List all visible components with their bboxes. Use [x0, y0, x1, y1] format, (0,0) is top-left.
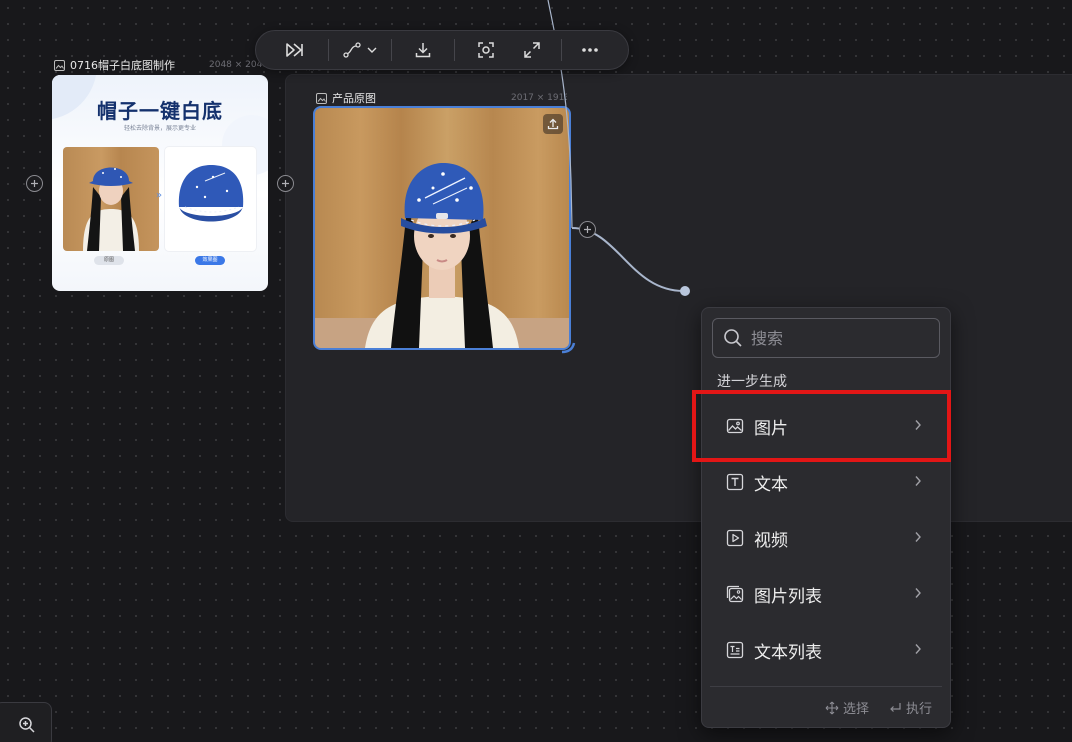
menu-section-title: 进一步生成: [717, 374, 787, 390]
menu-footer-divider: [710, 686, 942, 687]
image-icon: [726, 418, 744, 434]
floating-toolbar: [255, 30, 629, 70]
more-button[interactable]: [570, 34, 610, 66]
menu-item-label: 图片列表: [754, 586, 822, 607]
text-list-icon: [726, 641, 744, 659]
video-icon: [726, 529, 744, 547]
footer-execute-label: 执行: [906, 702, 933, 717]
chevron-right-icon: [915, 420, 921, 430]
expand-icon: [524, 42, 540, 58]
expand-button[interactable]: [509, 34, 555, 66]
menu-item-text-list[interactable]: 文本列表: [712, 626, 940, 674]
chevron-right-icon: [915, 644, 921, 654]
more-icon: [582, 48, 598, 52]
add-output-button[interactable]: [579, 221, 596, 238]
text-icon: [726, 473, 744, 491]
menu-item-label: 文本列表: [754, 642, 822, 663]
search-icon: [724, 329, 742, 347]
menu-item-label: 文本: [754, 474, 788, 495]
menu-item-video[interactable]: 视频: [712, 514, 940, 562]
run-all-icon: [286, 43, 303, 57]
footer-hint-select: 选择: [825, 698, 869, 717]
focus-button[interactable]: [463, 34, 509, 66]
chevron-right-icon: [915, 476, 921, 486]
image-list-icon: [726, 585, 744, 603]
menu-item-label: 视频: [754, 530, 788, 551]
chevron-down-icon: [367, 47, 377, 53]
menu-item-image-list[interactable]: 图片列表: [712, 570, 940, 618]
move-icon: [825, 701, 839, 714]
connector-style-icon: [343, 42, 361, 58]
download-button[interactable]: [400, 34, 446, 66]
chevron-right-icon: [915, 532, 921, 542]
generate-menu: 进一步生成 图片 文本 视频 图片列表 文本列表 选择 执行: [701, 307, 951, 728]
search-input[interactable]: [751, 328, 921, 348]
focus-icon: [478, 42, 494, 58]
run-all-button[interactable]: [280, 34, 310, 66]
footer-select-label: 选择: [843, 702, 870, 717]
chevron-right-icon: [915, 588, 921, 598]
footer-hint-execute: 执行: [888, 698, 932, 717]
connector-style-button[interactable]: [337, 34, 383, 66]
menu-item-text[interactable]: 文本: [712, 458, 940, 506]
menu-item-label: 图片: [754, 418, 788, 439]
resize-handle[interactable]: [560, 340, 578, 356]
plus-icon: [584, 226, 591, 233]
search-box[interactable]: [712, 318, 940, 358]
enter-icon: [890, 702, 901, 712]
download-icon: [415, 43, 431, 58]
menu-item-image[interactable]: 图片: [712, 402, 940, 450]
